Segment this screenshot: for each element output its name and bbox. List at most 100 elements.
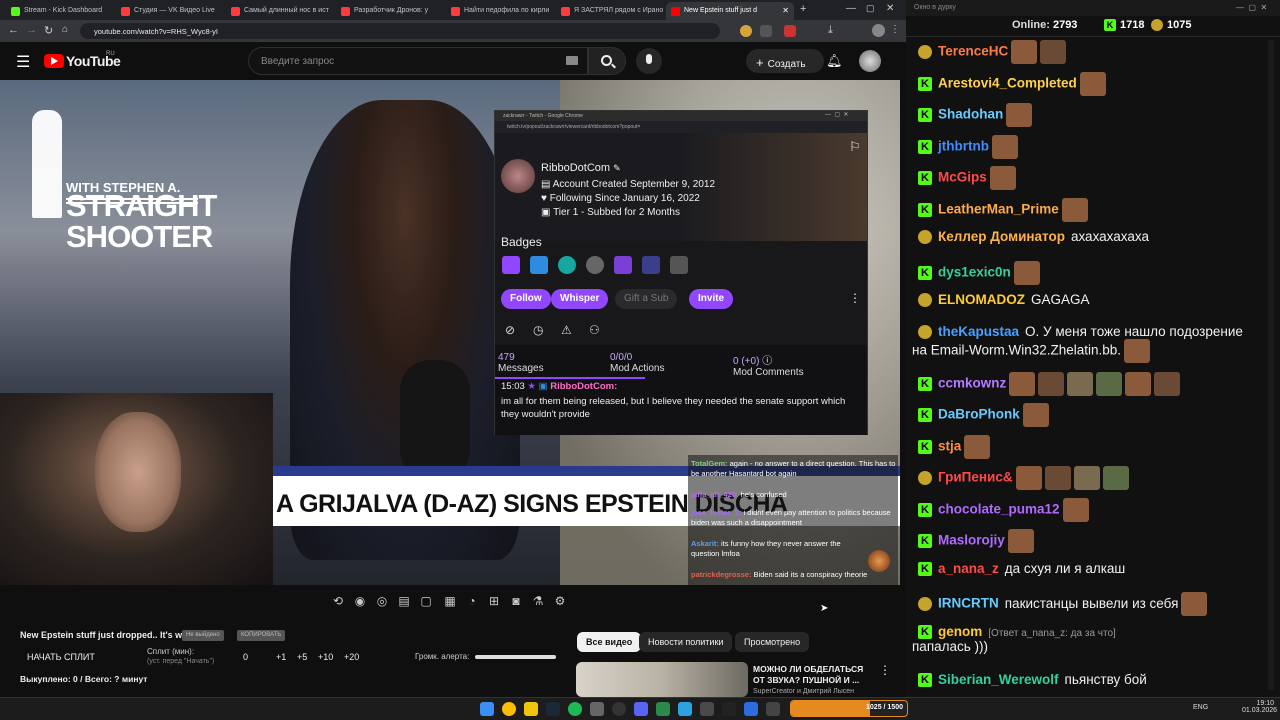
app-icon[interactable] bbox=[744, 702, 758, 716]
telegram-icon[interactable] bbox=[678, 702, 692, 716]
search-input[interactable]: Введите запрос bbox=[248, 47, 588, 75]
chat-username[interactable]: McGips bbox=[938, 170, 987, 185]
clip-icon[interactable]: ▦ bbox=[442, 594, 458, 610]
chat-username[interactable]: theKapustaa bbox=[938, 324, 1019, 339]
app-icon[interactable] bbox=[766, 702, 780, 716]
profile-icon[interactable] bbox=[872, 24, 885, 37]
chat-username[interactable]: a_nana_z bbox=[938, 561, 999, 576]
start-split-button[interactable]: НАЧАТЬ СПЛИТ bbox=[27, 652, 95, 662]
download-icon[interactable]: ⤓ bbox=[828, 24, 833, 37]
tab-video-4[interactable]: Разработчик Дронов: у bbox=[336, 2, 444, 20]
folder-icon[interactable] bbox=[524, 702, 538, 716]
window-close-icon[interactable]: ✕ bbox=[886, 3, 894, 14]
timeout-icon[interactable]: ◷ bbox=[533, 323, 543, 337]
rec-menu-icon[interactable]: ⋮ bbox=[879, 663, 891, 677]
chat-username[interactable]: IRNCRTN bbox=[938, 596, 999, 611]
new-tab-icon[interactable]: + bbox=[800, 3, 806, 15]
flag-icon[interactable]: ⚐ bbox=[849, 139, 861, 155]
chat-username[interactable]: genom bbox=[938, 624, 982, 639]
split-add-20[interactable]: +20 bbox=[344, 652, 359, 662]
split-add-1[interactable]: +1 bbox=[276, 652, 286, 662]
broadcast-icon[interactable]: ◉ bbox=[352, 594, 368, 610]
spotify-icon[interactable] bbox=[568, 702, 582, 716]
create-button[interactable]: + Создать bbox=[746, 49, 824, 73]
film-icon[interactable]: ▤ bbox=[396, 594, 412, 610]
speed-icon[interactable]: ◔ bbox=[464, 594, 480, 610]
ban-icon[interactable]: ⊘ bbox=[505, 323, 515, 337]
home-icon[interactable]: ⌂ bbox=[62, 24, 68, 35]
info-icon[interactable]: ⓘ bbox=[762, 356, 772, 367]
more-options-icon[interactable]: ⋮ bbox=[849, 291, 861, 305]
search-button[interactable] bbox=[588, 47, 626, 75]
badge-icon[interactable] bbox=[530, 256, 548, 274]
tab-kick-dashboard[interactable]: Stream - Kick Dashboard bbox=[6, 2, 114, 20]
chat-username[interactable]: DaBroPhonk bbox=[938, 407, 1020, 422]
chat-username[interactable]: Maslorojiy bbox=[938, 533, 1005, 548]
forward-icon[interactable]: → bbox=[26, 24, 37, 36]
chat-username[interactable]: ccmkownz bbox=[938, 375, 1006, 390]
rec-title[interactable]: МОЖНО ЛИ ОБДЕЛАТЬСЯ ОТ ЗВУКА? ПУШНОЙ И .… bbox=[753, 664, 873, 686]
chat-username[interactable]: TerenceHC bbox=[938, 44, 1008, 59]
popup-window-controls[interactable]: — ▢ ✕ bbox=[825, 111, 848, 118]
tab-video-5[interactable]: Найти педофила по кирли bbox=[446, 2, 554, 20]
menu-icon[interactable]: ⋮ bbox=[890, 24, 900, 35]
chrome-icon[interactable] bbox=[502, 702, 516, 716]
start-icon[interactable] bbox=[480, 702, 494, 716]
eye-icon[interactable]: ◎ bbox=[374, 594, 390, 610]
whisper-button[interactable]: Whisper bbox=[551, 289, 609, 309]
notifications-icon[interactable]: 🔔︎ bbox=[826, 53, 843, 69]
app-icon[interactable] bbox=[722, 702, 736, 716]
hamburger-icon[interactable]: ☰ bbox=[16, 52, 30, 72]
chat-username[interactable]: Arestovi4_Completed bbox=[938, 75, 1077, 90]
clock[interactable]: 19:10 01.03.2026 bbox=[1242, 700, 1277, 714]
steam-icon[interactable] bbox=[546, 702, 560, 716]
copy-button[interactable]: КОПИРОВАТЬ bbox=[237, 630, 286, 641]
frame-icon[interactable]: ▢ bbox=[418, 594, 434, 610]
gift-sub-button[interactable]: Gift a Sub bbox=[615, 289, 678, 309]
badge-icon[interactable] bbox=[558, 256, 576, 274]
alert-progress-widget[interactable]: 1025 / 1500 bbox=[790, 700, 908, 717]
language-indicator[interactable]: ENG bbox=[1193, 704, 1208, 711]
chat-username[interactable]: stja bbox=[938, 438, 961, 453]
minimize-icon[interactable]: — bbox=[846, 3, 856, 14]
flask-icon[interactable]: ⚗ bbox=[530, 594, 546, 610]
maximize-icon[interactable]: ▢ bbox=[866, 3, 875, 14]
split-value[interactable]: 0 bbox=[243, 652, 248, 662]
chat-username[interactable]: Келлер Доминатор bbox=[938, 229, 1065, 244]
chat-username[interactable]: ELNOMADOZ bbox=[938, 292, 1025, 307]
chat-username[interactable]: Shadohan bbox=[938, 107, 1003, 122]
badge-icon[interactable] bbox=[502, 256, 520, 274]
youtube-logo-icon[interactable] bbox=[44, 54, 64, 68]
obs-icon[interactable] bbox=[612, 702, 626, 716]
close-icon[interactable]: ✕ bbox=[782, 6, 789, 15]
extension-icon[interactable] bbox=[740, 25, 752, 37]
chip-politics-news[interactable]: Новости политики bbox=[639, 632, 733, 652]
warn-icon[interactable]: ⚠ bbox=[561, 323, 572, 337]
camera-icon[interactable]: ◙ bbox=[508, 594, 524, 610]
chat-username[interactable]: LeatherMan_Prime bbox=[938, 201, 1059, 216]
window-controls[interactable]: — ▢ ✕ bbox=[1236, 3, 1267, 12]
tab-video-3[interactable]: Самый длинный нос в ист bbox=[226, 2, 334, 20]
extension-icon[interactable] bbox=[784, 25, 796, 37]
chip-all-videos[interactable]: Все видео bbox=[577, 632, 642, 652]
chip-watched[interactable]: Просмотрено bbox=[735, 632, 810, 652]
volume-slider[interactable] bbox=[475, 655, 556, 659]
app-icon[interactable] bbox=[700, 702, 714, 716]
chat-scrollbar[interactable] bbox=[1268, 40, 1274, 690]
chat-username[interactable]: chocolate_puma12 bbox=[938, 501, 1060, 516]
badge-icon[interactable] bbox=[670, 256, 688, 274]
badge-icon[interactable] bbox=[642, 256, 660, 274]
rec-thumbnail[interactable] bbox=[576, 662, 748, 697]
tab-active-youtube[interactable]: New Epstein stuff just d ✕ bbox=[666, 2, 794, 20]
chat-username[interactable]: dys1exic0n bbox=[938, 264, 1011, 279]
badge-icon[interactable] bbox=[614, 256, 632, 274]
chat-username[interactable]: Siberian_Werewolf bbox=[938, 672, 1059, 687]
reload-icon[interactable]: ↻ bbox=[44, 24, 53, 37]
gear-icon[interactable]: ⚙ bbox=[552, 594, 568, 610]
add-mod-icon[interactable]: ⚇ bbox=[589, 323, 600, 337]
follow-button[interactable]: Follow bbox=[501, 289, 551, 309]
extension-icon[interactable] bbox=[760, 25, 772, 37]
app-icon[interactable] bbox=[590, 702, 604, 716]
badge-icon[interactable] bbox=[586, 256, 604, 274]
split-add-10[interactable]: +10 bbox=[318, 652, 333, 662]
